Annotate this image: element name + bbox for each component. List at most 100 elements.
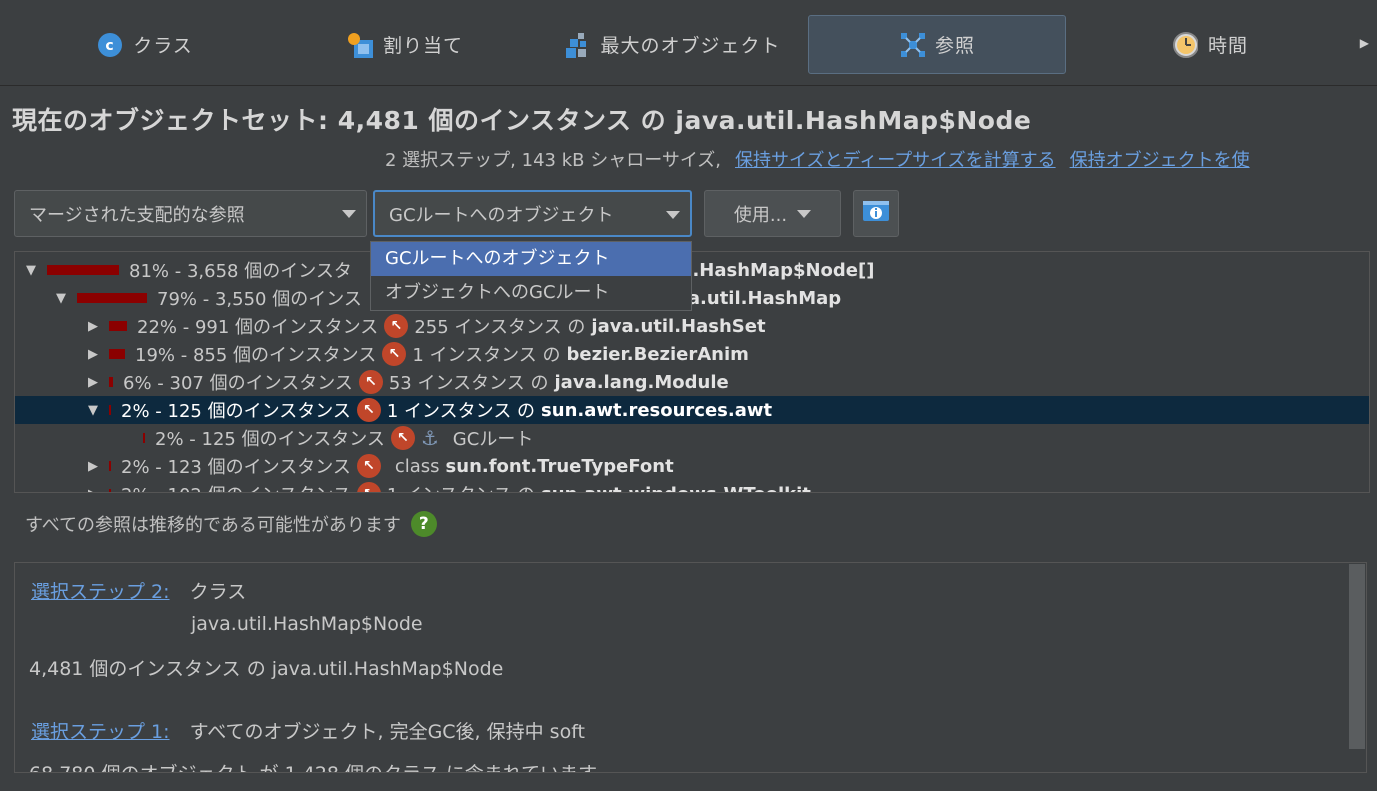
direction-value: GCルートへのオブジェクト [389,204,614,226]
tree-row-prefix: class [394,455,440,477]
tree-row-class: java.lang.Module [554,371,729,393]
step-2-label: クラス [189,581,247,603]
chevron-down-icon [797,209,812,218]
selection-step-2-link[interactable]: 選択ステップ 2: [31,581,170,603]
tree-row-class: sun.awt.resources.awt [541,399,773,421]
expand-triangle-icon[interactable]: ▶ [85,375,101,390]
tab-references[interactable]: 参照 [808,15,1066,74]
tab-scroll-right-icon[interactable]: ▶ [1360,36,1369,50]
expand-triangle-icon[interactable]: ▶ [85,459,101,474]
tree-row-selected[interactable]: ▼ 2% - 125 個のインスタンス ↖ 1 インスタンス の sun.awt… [15,396,1369,424]
tree-row-prefix: GCルート [452,429,534,450]
step-1-label: すべてのオブジェクト, 完全GC後, 保持中 soft [189,721,586,743]
tree-row-percent: 22% - 991 個のインスタンス [137,317,379,338]
tab-classes[interactable]: c クラス [20,15,270,74]
chevron-down-icon [342,210,356,218]
use-button-label: 使用... [733,204,788,226]
tree-row[interactable]: 2% - 125 個のインスタンス ↖ ⚓ GCルート [15,424,1369,452]
tab-classes-label: クラス [133,35,193,57]
reference-tree[interactable]: ▼ 81% - 3,658 個のインスタ .util.HashMap$Node[… [14,251,1370,493]
tab-allocations[interactable]: 割り当て [280,15,530,74]
tree-row[interactable]: ▶ 22% - 991 個のインスタンス ↖ 255 インスタンス の java… [15,312,1369,340]
class-icon: c [97,32,123,58]
tab-biggest-objects-label: 最大のオブジェクト [600,35,781,57]
tree-row[interactable]: ▼ 81% - 3,658 個のインスタ .util.HashMap$Node[… [15,256,1369,284]
collapse-triangle-icon[interactable]: ▼ [53,291,69,306]
selection-step-1-link[interactable]: 選択ステップ 1: [31,721,170,743]
page-title: 現在のオブジェクトセット: 4,481 個のインスタンス の java.util… [12,106,1032,135]
retained-bar [109,377,113,387]
tree-row-percent: 19% - 855 個のインスタンス [135,345,377,366]
tree-row[interactable]: ▶ 2% - 102 個のインスタンス ↖ 1 インスタンス の sun.awt… [15,480,1369,493]
transitive-hint-text: すべての参照は推移的である可能性があります [25,515,401,536]
tab-references-label: 参照 [934,35,975,57]
retained-bar [77,293,147,303]
tree-row-percent: 2% - 125 個のインスタンス [155,429,385,450]
reference-arrow-icon: ↖ [382,342,407,366]
tree-row-class: sun.awt.windows.WToolkit [541,484,811,493]
use-button[interactable]: 使用... [704,190,841,237]
direction-combo[interactable]: GCルートへのオブジェクト [373,190,692,237]
info-icon [862,199,890,228]
reference-type-combo[interactable]: マージされた支配的な参照 [14,190,367,237]
retained-bar [109,321,127,331]
tree-row[interactable]: ▶ 2% - 123 個のインスタンス ↖ class sun.font.Tru… [15,452,1369,480]
collapse-triangle-icon[interactable]: ▼ [23,263,39,278]
expand-triangle-icon[interactable]: ▶ [85,347,101,362]
reference-arrow-icon: ↖ [390,426,415,450]
use-retained-objects-link[interactable]: 保持オブジェクトを使 [1070,150,1250,171]
selection-summary-text: 2 選択ステップ, 143 kB シャローサイズ, [385,150,722,171]
step-1-result: 68,780 個のオブジェクト が 1,428 個のクラス に含まれています [29,759,597,772]
collapse-triangle-icon[interactable]: ▼ [85,403,101,418]
tree-row-class: bezier.BezierAnim [566,343,749,365]
tree-row-prefix: 1 インスタンス の [387,481,535,492]
retained-bar [109,405,111,415]
tree-row-percent: 2% - 102 個のインスタンス [121,481,351,492]
step-2-result: 4,481 個のインスタンス の java.util.HashMap$Node [29,658,504,680]
clock-icon [1172,31,1198,58]
retained-bar [47,265,119,275]
allocation-icon [347,32,373,58]
reference-arrow-icon: ↖ [384,314,409,338]
tab-biggest-objects[interactable]: 最大のオブジェクト [545,15,800,74]
reference-arrow-icon: ↖ [356,454,381,478]
tree-row-percent: 81% - 3,658 個のインスタ [129,261,352,282]
tree-row-percent: 79% - 3,550 個のインス [157,289,362,310]
tree-row-class: sun.font.TrueTypeFont [445,455,674,477]
selection-summary: 2 選択ステップ, 143 kB シャローサイズ, 保持サイズとディープサイズを計… [385,146,1250,172]
references-icon [899,32,925,58]
tab-allocations-label: 割り当て [382,35,463,57]
retained-bar [109,349,125,359]
vertical-scrollbar[interactable] [1349,564,1365,749]
biggest-objects-icon [564,32,590,58]
tree-row-prefix: 1 インスタンス の [412,345,561,366]
reference-arrow-icon: ↖ [356,482,381,492]
retained-bar [143,433,145,443]
help-icon[interactable]: ? [410,511,437,537]
reference-type-value: マージされた支配的な参照 [29,204,245,226]
chevron-down-icon [666,211,680,219]
tree-row-percent: 2% - 123 個のインスタンス [121,457,351,478]
retained-bar [109,461,111,471]
tree-row-class: java.util.HashSet [591,315,766,337]
tab-time[interactable]: 時間 [1080,15,1340,74]
dropdown-option-objects-to-gc-roots[interactable]: GCルートへのオブジェクト [371,242,691,276]
tree-row-percent: 2% - 125 個のインスタンス [121,401,351,422]
anchor-icon: ⚓ [420,426,439,450]
tree-row[interactable]: ▼ 79% - 3,550 個のインス java.util.HashMap [15,284,1369,312]
info-button[interactable] [853,190,899,237]
step-2-class: java.util.HashMap$Node [191,613,423,635]
tree-row-prefix: 1 インスタンス の [386,401,536,422]
dropdown-option-gc-roots-to-objects[interactable]: オブジェクトへのGCルート [371,276,691,310]
tree-row[interactable]: ▶ 6% - 307 個のインスタンス ↖ 53 インスタンス の java.l… [15,368,1369,396]
tree-row[interactable]: ▶ 19% - 855 個のインスタンス ↖ 1 インスタンス の bezier… [15,340,1369,368]
expand-triangle-icon[interactable]: ▶ [85,487,101,493]
tree-row-prefix: 255 インスタンス の [414,317,586,338]
retained-bar [109,489,111,492]
tree-row-percent: 6% - 307 個のインスタンス [123,373,353,394]
expand-triangle-icon[interactable]: ▶ [85,319,101,334]
direction-dropdown-list: GCルートへのオブジェクト オブジェクトへのGCルート [370,241,692,311]
tab-time-label: 時間 [1207,35,1248,57]
transitive-hint: すべての参照は推移的である可能性があります ? [25,511,437,537]
calculate-retained-size-link[interactable]: 保持サイズとディープサイズを計算する [735,150,1056,171]
